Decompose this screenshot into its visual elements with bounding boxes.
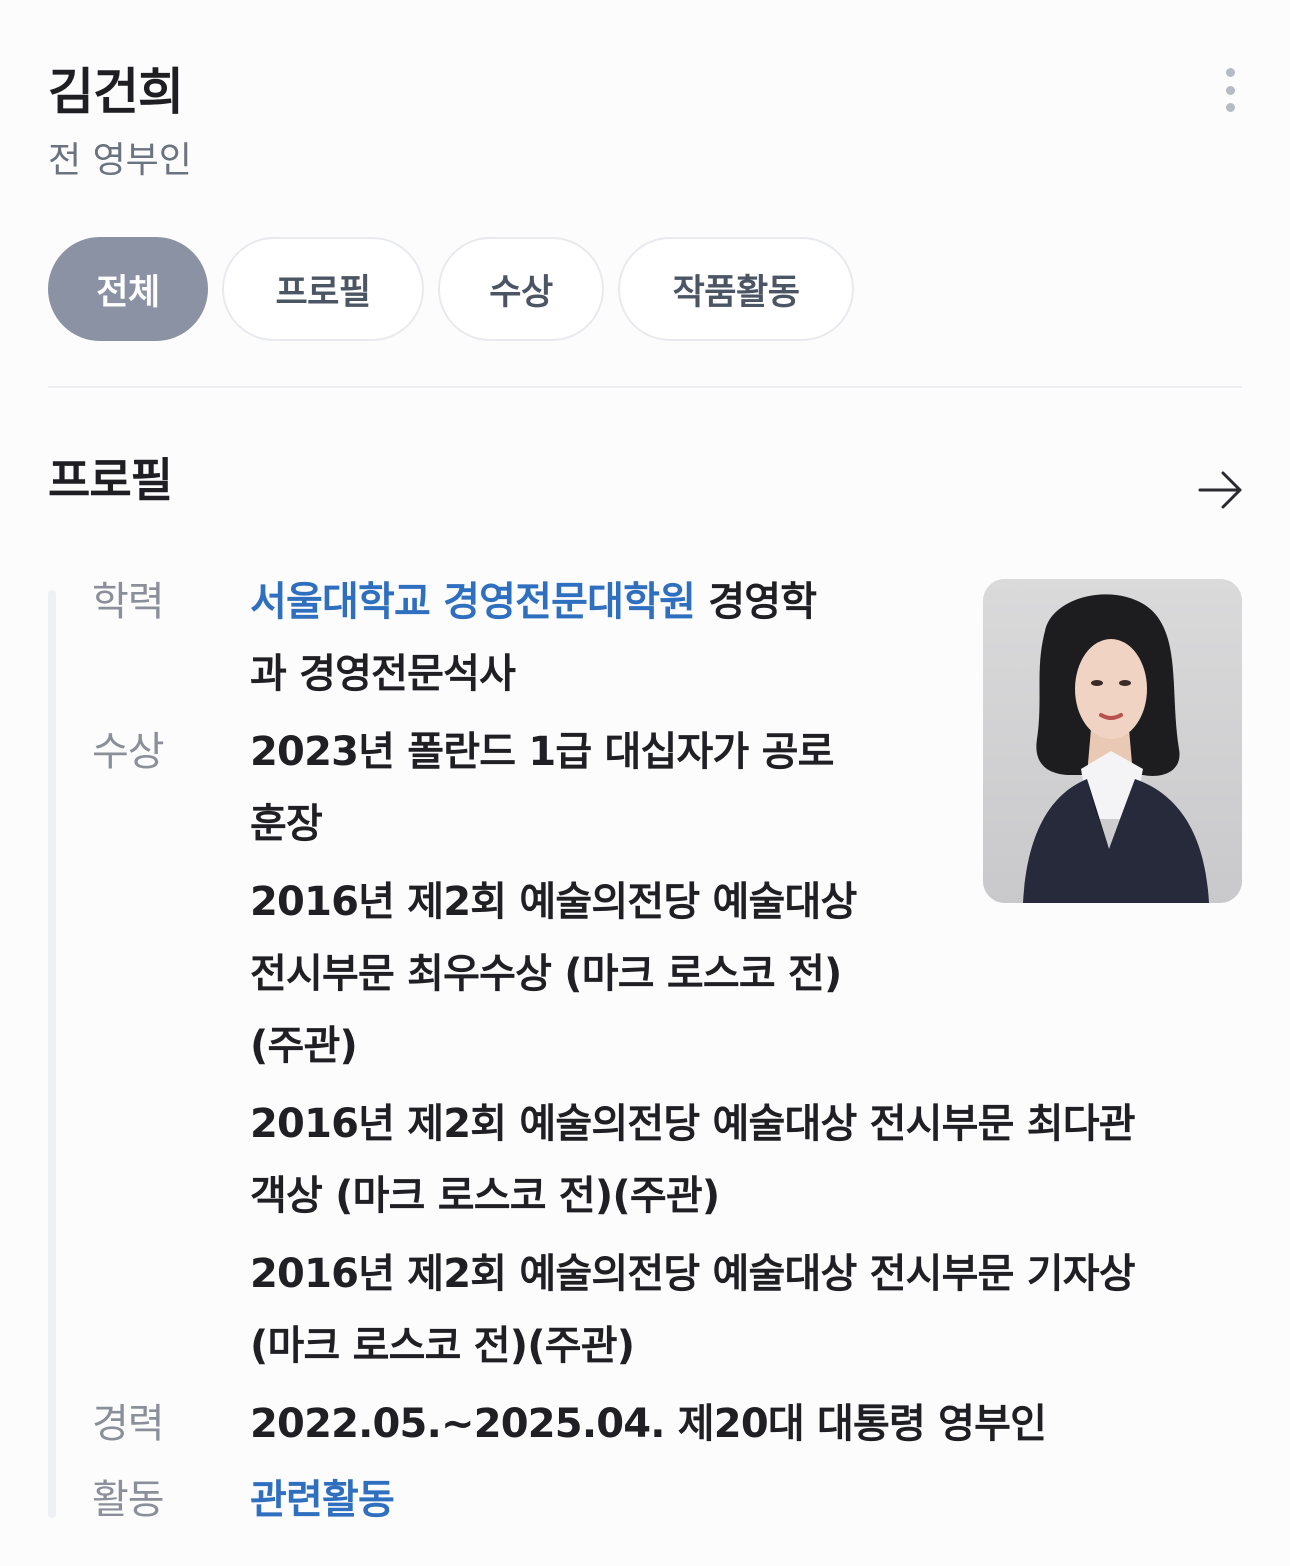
person-subtitle: 전 영부인 [48,140,192,181]
education-link[interactable]: 서울대학교 경영전문대학원 [250,579,696,625]
tab-all[interactable]: 전체 [48,237,208,341]
tab-profile[interactable]: 프로필 [222,237,424,341]
award-item-line: 전시부문 최우수상 (마크 로스코 전) [250,951,842,997]
award-item-line: (마크 로스코 전)(주관) [250,1323,635,1369]
more-options-icon[interactable] [1218,68,1242,112]
award-item-line: 2016년 제2회 예술의전당 예술대상 [250,879,857,925]
award-item-line: 2023년 폴란드 1급 대십자가 공로 [250,729,834,775]
career-label: 경력 [92,1401,165,1447]
education-line-1: 서울대학교 경영전문대학원 경영학 [250,578,817,626]
profile-photo[interactable] [983,579,1242,903]
profile-rail [48,590,56,1518]
award-item-line: (주관) [250,1023,358,1069]
award-item-line: 훈장 [250,801,323,847]
activity-link[interactable]: 관련활동 [250,1476,395,1524]
activity-label: 활동 [92,1477,165,1523]
divider [48,386,1242,388]
panel-header: 김건희 전 영부인 [48,60,1242,186]
education-line-2: 과 경영전문석사 [250,651,516,697]
tab-bar: 전체 프로필 수상 작품활동 [48,237,854,341]
education-label: 학력 [92,579,165,625]
award-item-line: 객상 (마크 로스코 전)(주관) [250,1173,720,1219]
person-name: 김건희 [48,63,184,121]
tab-awards[interactable]: 수상 [438,237,604,341]
award-item-line: 2016년 제2회 예술의전당 예술대상 전시부문 최다관 [250,1101,1136,1147]
awards-label: 수상 [92,729,165,775]
education-text-rest: 경영학 [695,579,817,625]
award-item-line: 2016년 제2회 예술의전당 예술대상 전시부문 기자상 [250,1251,1136,1297]
knowledge-panel: 김건희 전 영부인 전체 프로필 수상 작품활동 프로필 학력 서울대학교 경영… [0,0,1290,1566]
section-title-profile[interactable]: 프로필 [48,450,173,510]
tab-works[interactable]: 작품활동 [618,237,854,341]
career-value: 2022.05.~2025.04. 제20대 대통령 영부인 [250,1401,1047,1447]
arrow-right-icon[interactable] [1198,470,1244,510]
